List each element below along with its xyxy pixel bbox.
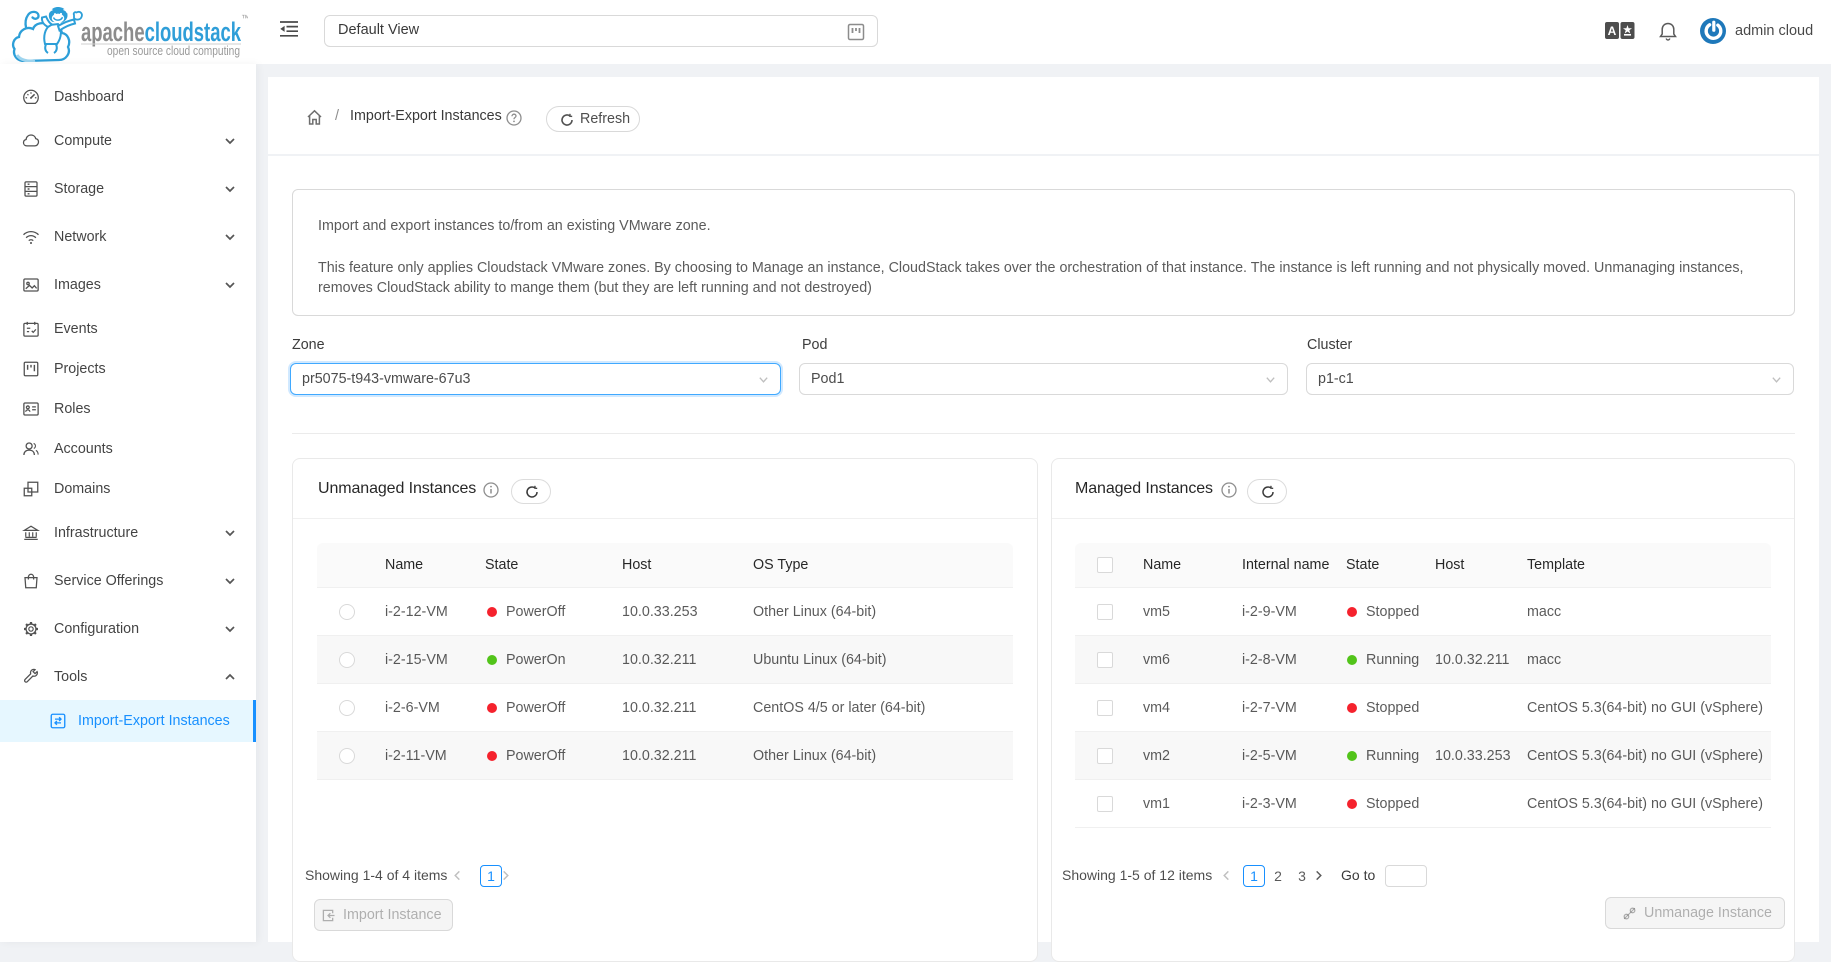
svg-text:open source cloud computing: open source cloud computing xyxy=(107,43,240,58)
svg-text:A: A xyxy=(1608,24,1617,38)
svg-text:™: ™ xyxy=(241,13,248,23)
